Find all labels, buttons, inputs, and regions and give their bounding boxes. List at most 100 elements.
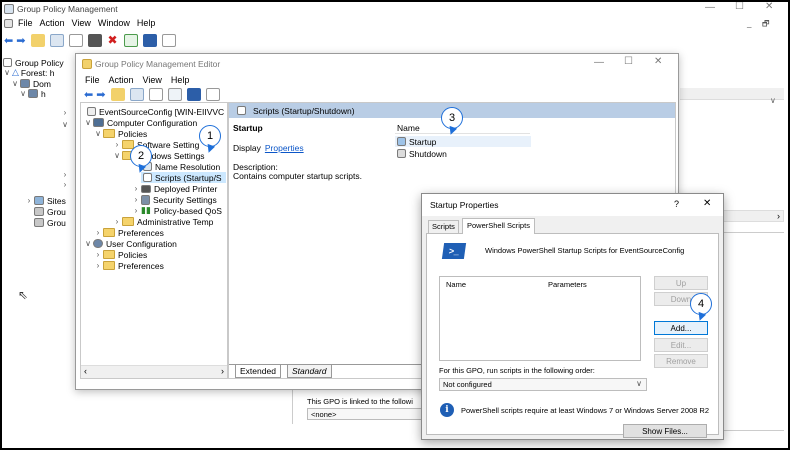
outer-menu-file[interactable]: File [18, 18, 33, 28]
help-icon[interactable] [142, 33, 157, 47]
editor-tree-scripts[interactable]: Scripts (Startup/S [141, 172, 226, 183]
show-action-pane-icon[interactable] [206, 87, 221, 101]
editor-menu-file[interactable]: File [85, 75, 100, 85]
copy-icon[interactable] [69, 33, 84, 47]
editor-tree-user-config[interactable]: ∨ User Configuration [83, 238, 177, 249]
chevron-right-icon[interactable]: › [221, 366, 224, 376]
chevron-right-icon[interactable]: › [93, 250, 103, 259]
editor-close-button[interactable]: ✕ [654, 56, 662, 67]
edit-button[interactable]: Edit... [654, 338, 708, 352]
chevron-down-icon[interactable]: ∨ [2, 68, 12, 77]
editor-tree-preferences[interactable]: › Preferences [93, 227, 164, 238]
properties-icon[interactable] [161, 33, 176, 47]
chevron-right-icon[interactable]: › [131, 195, 141, 204]
editor-tree-admin-templates[interactable]: › Administrative Temp [112, 216, 214, 227]
editor-minimize-button[interactable]: — [594, 57, 604, 68]
outer-close-button[interactable]: ✕ [765, 1, 773, 12]
outer-tree-sites[interactable]: › Sites [24, 195, 66, 206]
chevron-right-icon[interactable]: › [131, 184, 141, 193]
chevron-left-icon[interactable]: ‹ [84, 366, 87, 376]
tab-standard[interactable]: Standard [287, 365, 332, 378]
editor-tree-policy-qos[interactable]: › ▮▮ Policy-based QoS [131, 205, 222, 216]
column-header-name[interactable]: Name [446, 280, 466, 289]
outer-menu-help[interactable]: Help [137, 18, 156, 28]
editor-menu-help[interactable]: Help [171, 75, 190, 85]
outer-menu-view[interactable]: View [72, 18, 91, 28]
chevron-right-icon[interactable]: › [60, 108, 70, 117]
chevron-down-icon[interactable]: ∨ [636, 379, 642, 388]
up-folder-icon[interactable] [31, 33, 46, 47]
outer-tree-forest[interactable]: ∨ △ Forest: h [2, 67, 54, 78]
editor-tree-windows-settings[interactable]: ∨ Windows Settings [112, 150, 205, 161]
order-select[interactable]: Not configured ∨ [439, 378, 647, 391]
outer-minimize-button[interactable]: — [705, 2, 715, 13]
up-button[interactable]: Up [654, 276, 708, 290]
editor-tree-policies[interactable]: ∨ Policies [93, 128, 147, 139]
chevron-right-icon[interactable]: › [24, 196, 34, 205]
list-item-shutdown[interactable]: Shutdown [395, 148, 447, 159]
editor-menu-action[interactable]: Action [109, 75, 134, 85]
editor-maximize-button[interactable]: ☐ [624, 56, 633, 67]
show-hide-tree-icon[interactable] [50, 33, 65, 47]
chevron-right-icon[interactable]: › [60, 170, 70, 179]
dialog-help-button[interactable]: ? [674, 199, 679, 209]
forward-arrow-icon[interactable]: ➡ [16, 34, 25, 47]
scripts-list[interactable]: Name Parameters [439, 276, 641, 361]
editor-tree-user-preferences[interactable]: › Preferences [93, 260, 164, 271]
export-list-icon[interactable] [168, 87, 183, 101]
back-arrow-icon[interactable]: ⬅ [4, 34, 13, 47]
chevron-down-icon[interactable]: ∨ [112, 151, 122, 160]
chevron-right-icon[interactable]: › [60, 180, 70, 189]
editor-tree-name-resolution[interactable]: Name Resolution [143, 161, 220, 172]
outer-tree-domain[interactable]: ∨ h [18, 88, 46, 99]
outer-menu-window[interactable]: Window [98, 18, 130, 28]
show-hide-tree-icon[interactable] [130, 87, 145, 101]
tab-extended[interactable]: Extended [235, 365, 281, 378]
chevron-right-icon[interactable]: › [93, 261, 103, 270]
remove-button[interactable]: Remove [654, 354, 708, 368]
dialog-tab-scripts[interactable]: Scripts [428, 220, 459, 233]
add-button[interactable]: Add... [654, 321, 708, 335]
chevron-down-icon[interactable]: ∨ [10, 79, 20, 88]
chevron-down-icon[interactable]: ∨ [83, 118, 93, 127]
editor-tree-deployed-printers[interactable]: › Deployed Printer [131, 183, 218, 194]
outer-child-restore-button[interactable]: 🗗 [762, 18, 770, 32]
outer-tree-results[interactable]: Grou [34, 217, 66, 228]
outer-tree-modeling[interactable]: Grou [34, 206, 66, 217]
back-arrow-icon[interactable]: ⬅ [84, 88, 93, 101]
editor-menu-view[interactable]: View [143, 75, 162, 85]
chevron-down-icon[interactable]: ∨ [770, 96, 776, 105]
editor-tree-computer-config[interactable]: ∨ Computer Configuration [83, 117, 197, 128]
show-files-button[interactable]: Show Files... [623, 424, 707, 438]
dialog-tab-powershell[interactable]: PowerShell Scripts [462, 218, 535, 234]
properties-link[interactable]: Properties [265, 143, 304, 153]
delete-icon[interactable]: ✖ [107, 33, 117, 47]
editor-tree-user-policies[interactable]: › Policies [93, 249, 148, 260]
chevron-right-icon[interactable]: › [112, 140, 122, 149]
list-item-startup[interactable]: Startup [395, 136, 531, 147]
chevron-down-icon[interactable]: ∨ [60, 120, 70, 129]
chevron-right-icon[interactable]: › [93, 228, 103, 237]
outer-child-minimize-button[interactable]: _ [747, 19, 751, 28]
outer-right-scrollbar[interactable]: › [722, 210, 784, 222]
chevron-right-icon[interactable]: › [131, 206, 141, 215]
paste-icon[interactable] [88, 33, 103, 47]
forward-arrow-icon[interactable]: ➡ [96, 88, 105, 101]
refresh-icon[interactable] [123, 33, 138, 47]
chevron-down-icon[interactable]: ∨ [18, 89, 28, 98]
chevron-right-icon[interactable]: › [777, 211, 780, 221]
up-folder-icon[interactable] [111, 87, 126, 101]
chevron-down-icon[interactable]: ∨ [93, 129, 103, 138]
column-header-parameters[interactable]: Parameters [548, 280, 587, 289]
chevron-down-icon[interactable]: ∨ [83, 239, 93, 248]
editor-tree-security-settings[interactable]: › Security Settings [131, 194, 217, 205]
help-icon[interactable] [187, 87, 202, 101]
properties-icon[interactable] [149, 87, 164, 101]
editor-tree-software-settings[interactable]: › Software Setting [112, 139, 200, 150]
chevron-right-icon[interactable]: › [112, 217, 122, 226]
dialog-close-button[interactable]: ✕ [703, 198, 711, 209]
editor-tree-scrollbar[interactable]: ‹ › [81, 365, 227, 378]
outer-menu-action[interactable]: Action [40, 18, 65, 28]
editor-tree-root[interactable]: EventSourceConfig [WIN-EIIVVC [87, 106, 224, 117]
outer-maximize-button[interactable]: ☐ [735, 1, 744, 12]
